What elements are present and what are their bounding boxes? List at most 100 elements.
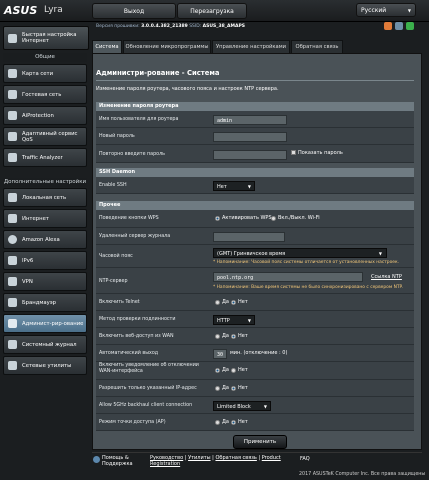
wan-web-radio-yes[interactable] — [215, 334, 220, 339]
sidebar-item-firewall[interactable]: Брандмауэр — [3, 293, 87, 312]
timezone-value: (GMT) Гринвичское время — [217, 251, 286, 257]
sidebar-item-label: Amazon Alexa — [22, 236, 60, 243]
ip-only-label: Разрешить только указанный IP-адрес — [99, 386, 197, 391]
page-title: Администри-рование - Система — [96, 69, 220, 77]
sidebar-item-label: Интернет — [22, 215, 49, 222]
wan-notify-radio-no[interactable] — [231, 368, 236, 373]
telnet-label: Включить Telnet — [99, 300, 140, 305]
traffic-icon — [8, 153, 17, 162]
guest-network-icon — [8, 90, 17, 99]
sidebar-item-qos[interactable]: Адаптивный сервис QoS — [3, 127, 87, 146]
wan-web-label: Включить веб-доступ из WAN — [99, 334, 174, 339]
apply-button[interactable]: Применить — [233, 435, 287, 449]
wan-notify-yes-label: Да — [222, 367, 229, 373]
network-map-icon — [8, 69, 17, 78]
ap-mode-radio-no[interactable] — [231, 420, 236, 425]
username-input[interactable]: admin — [213, 115, 287, 125]
wan-web-no-label: Нет — [238, 333, 248, 339]
firmware-label: Версия прошивки: — [96, 24, 140, 29]
help-support-link[interactable]: Помощь & Поддержка — [102, 455, 142, 467]
sidebar-item-label: Traffic Analyzer — [22, 154, 63, 161]
ip-only-no-label: Нет — [238, 385, 248, 391]
footer-links: Руководство | Утилиты | Обратная связь |… — [150, 455, 281, 467]
sidebar-item-ipv6[interactable]: IPv6 — [3, 251, 87, 270]
user-icon[interactable] — [395, 22, 403, 30]
tab-settings-management[interactable]: Управление настройками — [212, 40, 290, 53]
chevron-down-icon: ▼ — [247, 318, 251, 323]
ip-only-radio-no[interactable] — [231, 386, 236, 391]
autologout-input[interactable]: 30 — [213, 349, 227, 359]
wan-web-radio-no[interactable] — [231, 334, 236, 339]
telnet-yes-label: Да — [222, 299, 229, 305]
enable-ssh-label: Enable SSH — [99, 183, 127, 188]
timezone-label: Часовой пояс — [99, 254, 133, 259]
sidebar-item-vpn[interactable]: VPN — [3, 272, 87, 291]
ntp-input[interactable]: pool.ntp.org — [213, 272, 363, 282]
reboot-button[interactable]: Перезагрузка — [177, 3, 247, 19]
new-password-input[interactable] — [213, 132, 287, 142]
quick-internet-setup-button[interactable]: Быстрая настройка Интернет — [3, 26, 89, 50]
ap-mode-label: Режим точки доступа (AP) — [99, 420, 166, 425]
feedback-link[interactable]: Обратная связь — [215, 455, 256, 461]
enable-ssh-select[interactable]: Нет ▼ — [213, 181, 255, 191]
tab-feedback[interactable]: Обратная связь — [291, 40, 343, 53]
ip-only-radio-yes[interactable] — [215, 386, 220, 391]
utilities-link[interactable]: Утилиты — [188, 455, 211, 461]
remote-log-input[interactable] — [213, 232, 285, 242]
language-select[interactable]: Русский ▼ — [356, 3, 416, 17]
wan-notify-radio-yes[interactable] — [215, 368, 220, 373]
firmware-info: Версия прошивки: 3.0.0.4.382_21389 SSID:… — [96, 24, 245, 29]
chevron-down-icon: ▼ — [378, 251, 382, 256]
globe-icon — [8, 214, 17, 223]
internet-status-icon[interactable] — [406, 22, 414, 30]
wizard-icon — [8, 33, 17, 43]
telnet-radio-no[interactable] — [231, 300, 236, 305]
log-icon — [8, 340, 17, 349]
backhaul-label: Allow 5GHz backhaul client connection — [99, 403, 193, 408]
help-icon — [93, 456, 100, 463]
qos-icon — [8, 132, 17, 141]
wps-radio-activate[interactable] — [215, 216, 220, 221]
sidebar-item-internet[interactable]: Интернет — [3, 209, 87, 228]
section-ssh-header: SSH Daemon — [96, 168, 414, 177]
logout-button[interactable]: Выход — [92, 3, 176, 19]
auth-select[interactable]: HTTP ▼ — [213, 315, 255, 325]
sidebar-item-aiprotection[interactable]: AiProtection — [3, 106, 87, 125]
sidebar-item-network-tools[interactable]: Сетевые утилиты — [3, 356, 87, 375]
sidebar-item-network-map[interactable]: Карта сети — [3, 64, 87, 83]
shield-icon — [8, 111, 17, 120]
repeat-password-label: Повторно введите пароль — [99, 152, 165, 157]
sidebar-item-label: AiProtection — [22, 112, 54, 119]
usb-icon[interactable] — [384, 22, 392, 30]
sidebar-item-alexa[interactable]: Amazon Alexa — [3, 230, 87, 249]
sidebar-item-label: Локальная сеть — [22, 194, 67, 201]
asus-logo: ASUS — [4, 4, 38, 17]
show-password-label: Показать пароль — [298, 150, 343, 156]
wps-radio-wifi[interactable] — [271, 216, 276, 221]
tab-firmware-upgrade[interactable]: Обновление микропрограммы — [123, 40, 211, 53]
sidebar-item-lan[interactable]: Локальная сеть — [3, 188, 87, 207]
new-password-label: Новый пароль — [99, 134, 135, 139]
telnet-radio-yes[interactable] — [215, 300, 220, 305]
backhaul-select[interactable]: Limited Block ▼ — [213, 401, 271, 411]
ntp-link[interactable]: Ссылка NTP — [371, 274, 402, 280]
repeat-password-input[interactable] — [213, 150, 287, 160]
wan-notify-no-label: Нет — [238, 367, 248, 373]
section-password-header: Изменение пароля роутера — [96, 102, 414, 111]
backhaul-value: Limited Block — [217, 404, 251, 410]
vpn-icon — [8, 277, 17, 286]
ssid-value: ASUS_38_AMAPS — [202, 24, 246, 29]
show-password-checkbox[interactable] — [291, 150, 296, 155]
sidebar-item-administration[interactable]: Админист-рир-ование — [3, 314, 87, 333]
sidebar-item-traffic-analyzer[interactable]: Traffic Analyzer — [3, 148, 87, 167]
wps-option-wifi: Вкл./Выкл. Wi-Fi — [278, 215, 320, 221]
model-name: Lyra — [44, 5, 63, 15]
tab-system[interactable]: Система — [92, 40, 122, 53]
faq-link[interactable]: FAQ — [300, 456, 310, 462]
ap-mode-radio-yes[interactable] — [215, 420, 220, 425]
timezone-select[interactable]: (GMT) Гринвичское время ▼ — [213, 248, 387, 258]
sidebar-item-system-log[interactable]: Системный журнал — [3, 335, 87, 354]
timezone-note: * Напоминание: Часовой пояс системы отли… — [213, 260, 400, 265]
language-label: Русский — [361, 6, 387, 14]
sidebar-item-guest-network[interactable]: Гостевая сеть — [3, 85, 87, 104]
